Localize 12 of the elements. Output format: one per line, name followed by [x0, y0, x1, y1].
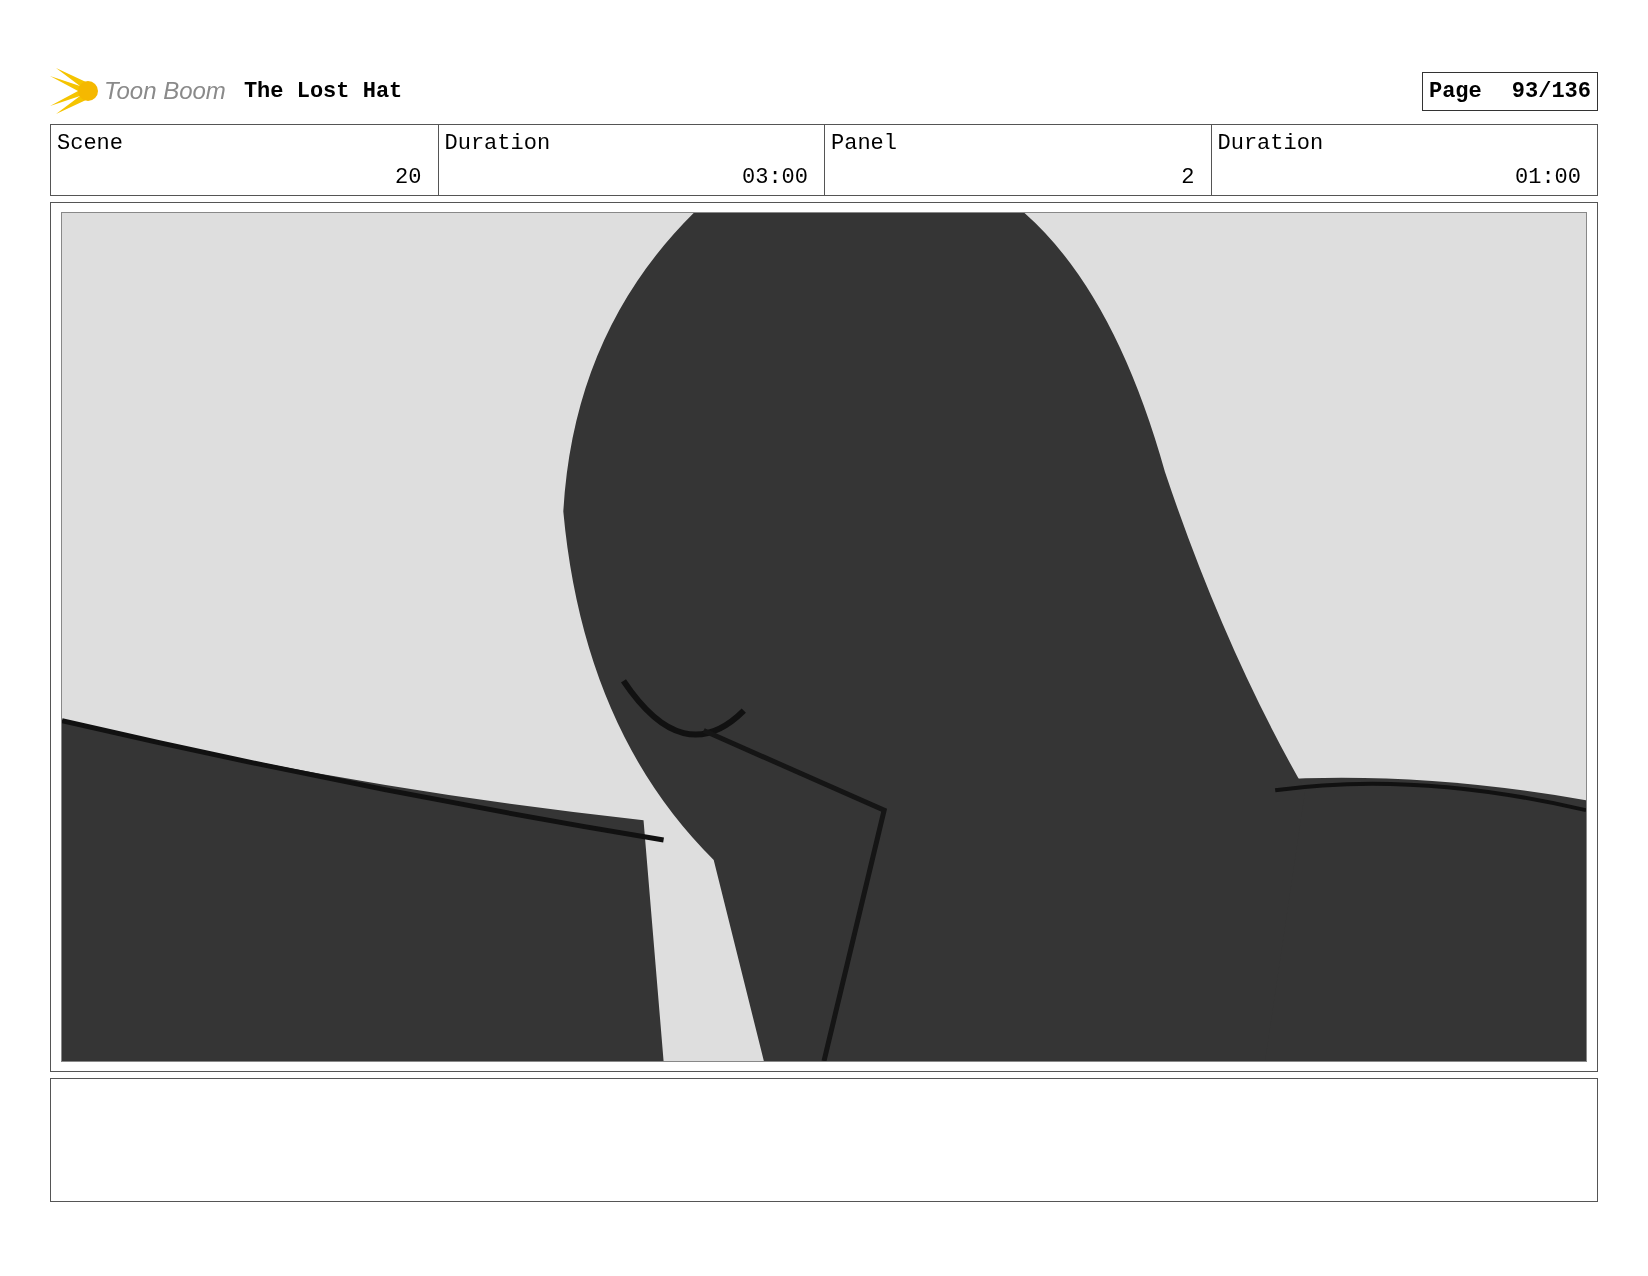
- field-value: 01:00: [1515, 167, 1581, 189]
- field-label: Scene: [57, 133, 124, 155]
- logo-text: Toon Boom: [104, 77, 226, 105]
- field-value: 2: [1181, 167, 1195, 189]
- field-label: Duration: [444, 133, 552, 155]
- field-label: Panel: [831, 133, 898, 155]
- field-value: 20: [395, 167, 422, 189]
- page-counter: Page 93/136: [1421, 71, 1598, 111]
- starburst-icon: [50, 68, 100, 114]
- field-value: 03:00: [742, 167, 808, 189]
- project-title: The Lost Hat: [243, 78, 403, 104]
- field-label: Duration: [1217, 133, 1325, 155]
